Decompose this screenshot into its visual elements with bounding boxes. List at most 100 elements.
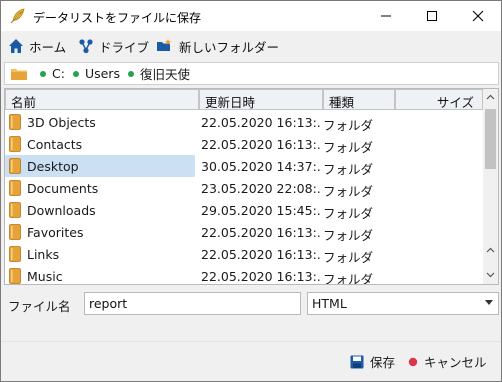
close-button[interactable] [455, 1, 501, 31]
row-type: フォルダ [323, 184, 374, 199]
toolbar: ホーム ドライブ 新しいフォルダー [1, 34, 501, 58]
save-button[interactable]: 保存 [350, 352, 395, 371]
column-header: 名前 更新日時 種類 サイズ [5, 89, 483, 110]
breadcrumb-dot-icon [72, 70, 79, 77]
breadcrumb-label: Users [84, 66, 120, 81]
row-type: フォルダ [323, 206, 374, 221]
column-header-date[interactable]: 更新日時 [199, 89, 323, 110]
cancel-label: キャンセル [424, 355, 487, 370]
save-dialog: データリストをファイルに保存 ホーム ドライブ 新しいフォルダー C: User… [0, 0, 502, 382]
filename-label: ファイル名 [8, 299, 71, 314]
table-row[interactable]: Favorites 22.05.2020 16:13:... フォルダ [5, 221, 483, 243]
row-name-cell: Desktop [5, 155, 195, 177]
row-type: フォルダ [323, 118, 374, 133]
row-name-cell: Links [5, 243, 195, 265]
row-date: 22.05.2020 16:13:... [201, 247, 321, 262]
new-folder-button[interactable]: 新しいフォルダー [156, 36, 279, 56]
dropdown-caret-icon [485, 300, 493, 305]
row-name: Downloads [27, 202, 96, 218]
row-date: 23.05.2020 22:08:... [201, 181, 321, 196]
row-name-cell: 3D Objects [5, 111, 195, 133]
filename-input[interactable] [84, 292, 301, 315]
row-name: Documents [27, 180, 99, 196]
new-folder-label: 新しいフォルダー [179, 39, 280, 55]
save-label: 保存 [370, 355, 396, 370]
title-bar: データリストをファイルに保存 [1, 1, 501, 31]
column-header-type[interactable]: 種類 [323, 89, 395, 110]
new-folder-icon [157, 39, 171, 51]
row-name-cell: Favorites [5, 221, 195, 243]
row-name-cell: Music [5, 265, 195, 284]
scroll-down-button[interactable] [483, 267, 498, 282]
address-bar[interactable]: C: Users 復旧天使 [4, 62, 499, 85]
vertical-scrollbar[interactable] [483, 89, 498, 284]
file-rows: 3D Objects 22.05.2020 16:13:... フォルダ Contac… [5, 111, 483, 285]
drive-button[interactable]: ドライブ [78, 36, 149, 56]
row-date: 22.05.2020 16:13:... [201, 137, 321, 152]
table-row[interactable]: 3D Objects 22.05.2020 16:13:... フォルダ [5, 111, 483, 133]
table-row[interactable]: Desktop 30.05.2020 14:37:... フォルダ [5, 155, 483, 177]
breadcrumb-dot-icon [127, 70, 134, 77]
cancel-button[interactable]: キャンセル [408, 352, 487, 371]
folder-icon [9, 246, 21, 262]
home-label: ホーム [29, 39, 67, 55]
breadcrumb-label: C: [52, 66, 65, 81]
folder-icon [11, 68, 27, 80]
file-list[interactable]: 名前 更新日時 種類 サイズ 3D Objects 22.05.2020 16:1… [4, 88, 499, 285]
row-type: フォルダ [323, 272, 374, 285]
row-type: フォルダ [323, 250, 374, 265]
row-date: 29.05.2020 15:45:... [201, 203, 321, 218]
row-name: Favorites [27, 224, 84, 240]
home-icon [9, 39, 23, 53]
row-name: Links [27, 246, 60, 262]
row-name: Contacts [27, 136, 83, 152]
folder-icon [9, 158, 21, 174]
network-icon [79, 39, 93, 54]
table-row[interactable]: Links 22.05.2020 16:13:... フォルダ [5, 243, 483, 265]
row-type: フォルダ [323, 228, 374, 243]
row-name: 3D Objects [27, 114, 96, 130]
feather-icon [9, 7, 27, 25]
folder-icon [9, 224, 21, 240]
row-name-cell: Documents [5, 177, 195, 199]
close-icon [472, 10, 484, 22]
minimize-icon [381, 15, 391, 17]
drive-label: ドライブ [99, 39, 150, 55]
table-row[interactable]: Contacts 22.05.2020 16:13:... フォルダ [5, 133, 483, 155]
breadcrumb-label: 復旧天使 [139, 67, 190, 82]
breadcrumb-drive[interactable]: C: [40, 66, 65, 81]
folder-icon [9, 136, 21, 152]
filetype-select[interactable]: HTML [307, 292, 499, 315]
minimize-button[interactable] [363, 1, 409, 31]
window-title: データリストをファイルに保存 [33, 11, 202, 25]
folder-icon [9, 268, 21, 284]
folder-icon [9, 202, 21, 218]
button-bar: 保存 キャンセル [1, 341, 501, 381]
chevron-up-icon [486, 94, 495, 99]
row-type: フォルダ [323, 162, 374, 177]
column-header-size[interactable]: サイズ [395, 89, 483, 110]
breadcrumb-users[interactable]: Users [72, 66, 120, 81]
chevron-down-icon [486, 272, 495, 277]
scrollbar-thumb[interactable] [485, 109, 496, 169]
row-name-cell: Downloads [5, 199, 195, 221]
table-row[interactable]: Downloads 29.05.2020 15:45:... フォルダ [5, 199, 483, 221]
breadcrumb-user-folder[interactable]: 復旧天使 [127, 64, 190, 83]
row-date: 22.05.2020 16:13:... [201, 225, 321, 240]
table-row[interactable]: Documents 23.05.2020 22:08:... フォルダ [5, 177, 483, 199]
column-header-name[interactable]: 名前 [5, 89, 199, 110]
chevron-up-icon [486, 247, 495, 252]
scroll-up-button-lower[interactable] [483, 242, 498, 257]
folder-icon [9, 180, 21, 196]
row-date: 22.05.2020 16:13:... [201, 115, 321, 130]
row-name: Desktop [27, 158, 79, 174]
table-row[interactable]: Music 22.05.2020 16:13:... フォルダ [5, 265, 483, 285]
breadcrumb-dot-icon [40, 70, 46, 77]
home-button[interactable]: ホーム [8, 36, 66, 56]
maximize-button[interactable] [409, 1, 455, 31]
floppy-disk-icon [350, 355, 364, 368]
maximize-icon [427, 11, 437, 21]
scroll-up-button[interactable] [483, 89, 498, 104]
row-date: 30.05.2020 14:37:... [201, 159, 321, 174]
folder-icon [9, 114, 21, 130]
